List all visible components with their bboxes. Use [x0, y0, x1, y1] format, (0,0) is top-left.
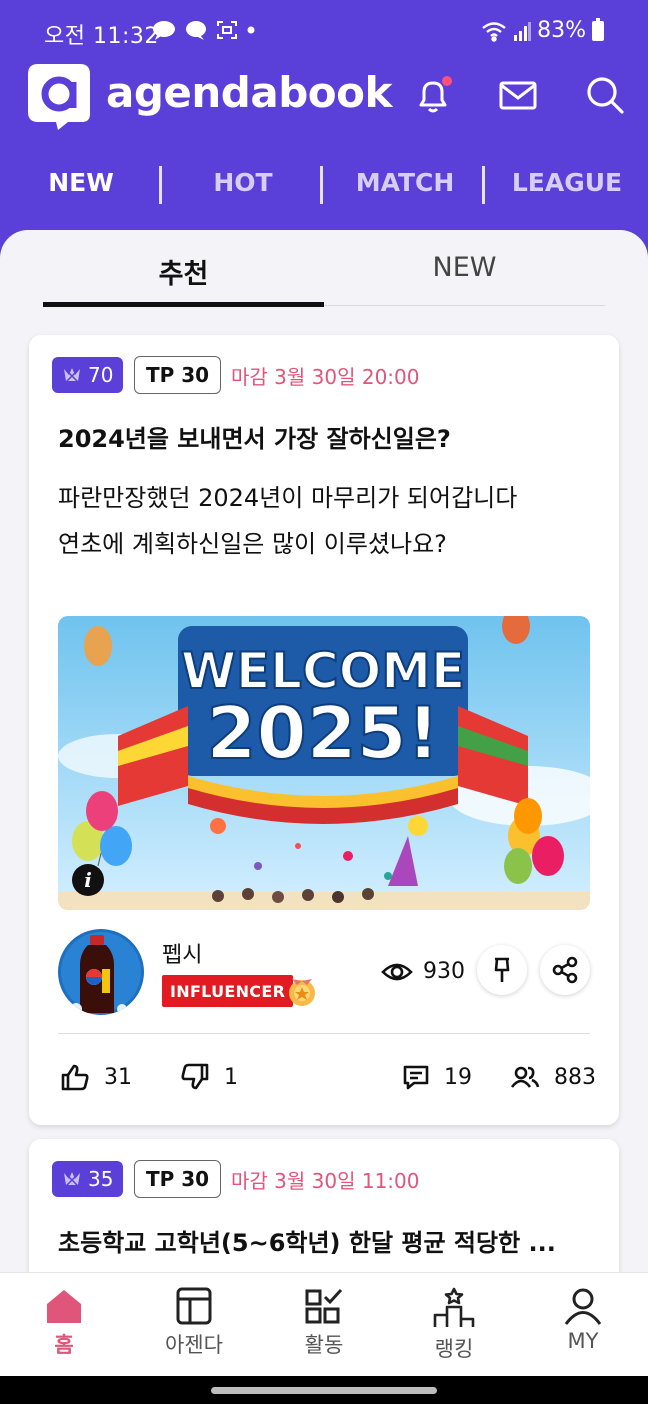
pin-icon — [494, 957, 510, 982]
search-icon[interactable] — [584, 74, 626, 116]
nav-agenda[interactable]: 아젠다 — [134, 1287, 254, 1359]
post-title[interactable]: 초등학교 고학년(5~6학년) 한달 평균 적당한 ... — [58, 1223, 556, 1258]
subtab-new[interactable]: NEW — [324, 252, 605, 283]
like-count: 31 — [104, 1064, 132, 1090]
nav-home[interactable]: 홈 — [4, 1287, 124, 1359]
dot-icon — [247, 26, 255, 34]
nav-ranking-label: 랭킹 — [434, 1337, 474, 1361]
notification-icons — [152, 20, 256, 40]
author-row: 펩시 INFLUENCER 930 — [29, 925, 619, 1025]
subtab-indicator — [43, 302, 324, 307]
tp-chip: TP 30 — [134, 1160, 222, 1198]
nav-home-label: 홈 — [54, 1333, 74, 1357]
view-count-value: 930 — [423, 959, 465, 984]
avatar[interactable] — [58, 929, 144, 1015]
tab-divider — [320, 166, 323, 204]
points-chip: 70 — [52, 357, 124, 393]
profile-icon — [564, 1288, 602, 1325]
wifi-icon — [482, 21, 506, 42]
tab-divider — [482, 166, 485, 204]
crown-icon — [64, 368, 80, 383]
dislike-count: 1 — [224, 1064, 238, 1090]
thumbs-down-icon — [181, 1063, 209, 1090]
comment-icon — [403, 1065, 429, 1090]
medal-icon — [289, 979, 315, 1006]
view-count: 930 — [381, 959, 465, 984]
post-body: 파란만장했던 2024년이 마무리가 되어갑니다 연초에 계획하신일은 많이 이… — [58, 475, 517, 567]
share-button[interactable] — [540, 945, 590, 995]
nav-activity[interactable]: 활동 — [264, 1287, 384, 1359]
banner-line2: 2025! — [206, 691, 439, 775]
system-nav-bar — [0, 1376, 648, 1404]
tab-match[interactable]: MATCH — [335, 168, 475, 197]
post-card[interactable]: 35 TP 30 마감 3월 30일 11:00 초등학교 고학년(5~6학년)… — [29, 1139, 619, 1289]
deadline-text: 마감 3월 30일 20:00 — [231, 365, 420, 389]
points-value: 70 — [88, 363, 114, 387]
group-icon — [510, 1066, 540, 1088]
subtab-recommended[interactable]: 추천 — [43, 252, 324, 291]
status-time: 오전 11:32 — [44, 24, 159, 49]
content-sheet: 추천 NEW 70 TP 30 마감 3월 30일 20:00 2024년을 보… — [0, 230, 648, 1290]
home-indicator[interactable] — [211, 1387, 437, 1394]
tab-hot[interactable]: HOT — [173, 168, 313, 197]
influencer-badge: INFLUENCER — [162, 975, 294, 1007]
dislike-button[interactable]: 1 — [180, 1063, 238, 1091]
bell-icon[interactable] — [412, 74, 454, 116]
post-body-line: 파란만장했던 2024년이 마무리가 되어갑니다 — [58, 484, 518, 512]
screenshot-icon — [217, 21, 237, 39]
comment-button[interactable]: 19 — [402, 1063, 472, 1091]
signal-icon — [514, 21, 532, 41]
nav-activity-label: 활동 — [304, 1333, 344, 1357]
agenda-icon — [176, 1287, 212, 1325]
status-right: 83% — [481, 17, 604, 43]
app-header: 오전 11:32 83% agendabook NEW HOT MATCH LE… — [0, 0, 648, 260]
eye-icon — [381, 963, 413, 980]
crown-icon — [64, 1172, 80, 1187]
card-divider — [58, 1033, 590, 1034]
post-card[interactable]: 70 TP 30 마감 3월 30일 20:00 2024년을 보내면서 가장 … — [29, 335, 619, 1125]
deadline-text: 마감 3월 30일 11:00 — [231, 1169, 420, 1193]
bottom-nav: 홈 아젠다 활동 랭킹 MY — [0, 1272, 648, 1376]
thumbs-up-icon — [61, 1064, 89, 1091]
like-button[interactable]: 31 — [60, 1063, 132, 1091]
main-tabs: NEW HOT MATCH LEAGUE — [0, 162, 648, 210]
participants: 883 — [510, 1063, 596, 1091]
tab-new[interactable]: NEW — [11, 168, 151, 197]
post-stats: 31 1 19 883 — [29, 1063, 619, 1103]
comment-count: 19 — [444, 1064, 472, 1090]
battery-level: 83% — [537, 18, 586, 43]
nav-ranking[interactable]: 랭킹 — [394, 1287, 514, 1363]
nav-my-label: MY — [567, 1329, 599, 1353]
agendabook-logo-icon — [28, 64, 90, 130]
nav-my[interactable]: MY — [523, 1287, 643, 1353]
tab-divider — [159, 166, 162, 204]
welcome-banner-illustration: WELCOME 2025! — [58, 616, 590, 910]
post-banner-image[interactable]: WELCOME 2025! i — [58, 616, 590, 910]
share-icon — [552, 956, 578, 984]
ranking-icon — [433, 1287, 475, 1327]
points-value: 35 — [88, 1167, 114, 1191]
app-bar: agendabook — [0, 60, 648, 132]
tab-league[interactable]: LEAGUE — [497, 168, 637, 197]
author-name[interactable]: 펩시 — [162, 937, 202, 969]
points-chip: 35 — [52, 1161, 124, 1197]
post-body-line: 연초에 계획하신일은 많이 이루셨나요? — [58, 530, 447, 558]
status-bar: 오전 11:32 83% — [0, 0, 648, 64]
pin-button[interactable] — [477, 945, 527, 995]
chat-icon — [186, 21, 206, 40]
participant-count: 883 — [554, 1064, 596, 1090]
tp-chip: TP 30 — [134, 356, 222, 394]
post-title[interactable]: 2024년을 보내면서 가장 잘하신일은? — [58, 419, 451, 454]
info-icon[interactable]: i — [72, 864, 104, 896]
battery-icon — [592, 17, 604, 41]
app-name: agendabook — [106, 68, 392, 117]
nav-agenda-label: 아젠다 — [165, 1333, 223, 1357]
talk-icon — [153, 21, 175, 40]
sub-tabs: 추천 NEW — [43, 252, 605, 307]
pepsi-bottle-icon — [58, 929, 144, 1015]
mail-icon[interactable] — [497, 74, 539, 116]
home-icon — [47, 1290, 81, 1323]
activity-icon — [305, 1288, 343, 1324]
